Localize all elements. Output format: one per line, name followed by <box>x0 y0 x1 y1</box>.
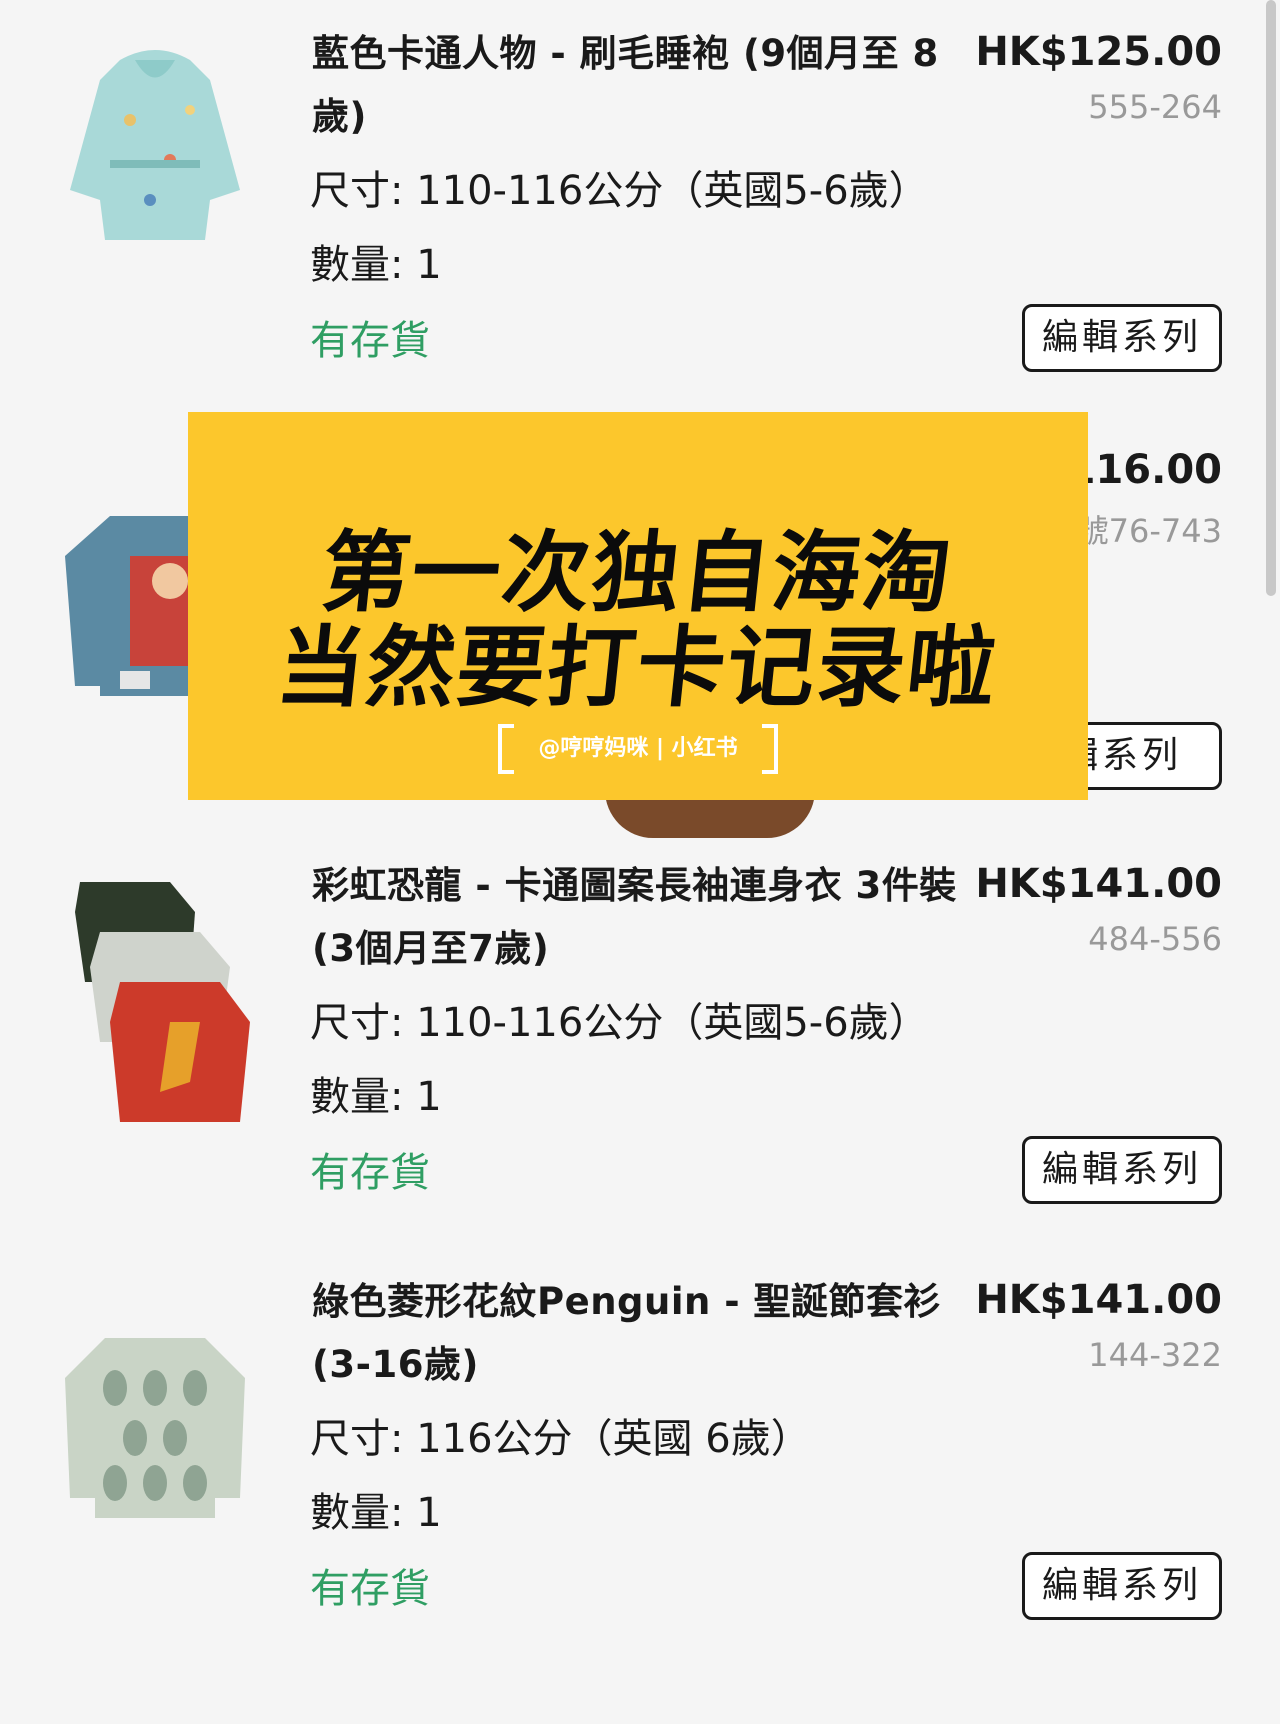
overlay-banner: 第一次独自海淘 当然要打卡记录啦 @哼哼妈咪 | 小红书 <box>188 412 1088 800</box>
cart-item: 藍色卡通人物 - 刷毛睡袍 (9個月至 8歲) HK$125.00 555-26… <box>0 0 1262 418</box>
watermark: @哼哼妈咪 | 小红书 <box>498 724 778 774</box>
product-title[interactable]: 綠色菱形花紋Penguin - 聖誕節套衫 (3-16歲) <box>312 1270 968 1396</box>
stock-status: 有存貨 <box>310 1566 430 1612</box>
edit-item-button[interactable]: 編輯系列 <box>1022 1136 1222 1204</box>
product-price: HK$141.00 <box>975 1277 1222 1323</box>
product-sku: 號76-743 <box>1076 512 1222 550</box>
scrollbar[interactable] <box>1266 0 1276 596</box>
product-sku: 555-264 <box>1088 88 1222 126</box>
product-quantity: 數量: 1 <box>310 1490 442 1536</box>
product-image-dino-tops[interactable] <box>60 872 250 1122</box>
banner-line-2: 当然要打卡记录啦 <box>271 616 1003 719</box>
cart-item: 綠色菱形花紋Penguin - 聖誕節套衫 (3-16歲) HK$141.00 … <box>0 1248 1262 1666</box>
stock-status: 有存貨 <box>310 318 430 364</box>
product-quantity: 數量: 1 <box>310 242 442 288</box>
product-title[interactable]: 藍色卡通人物 - 刷毛睡袍 (9個月至 8歲) <box>312 22 968 148</box>
cart-list: 藍色卡通人物 - 刷毛睡袍 (9個月至 8歲) HK$125.00 555-26… <box>0 0 1280 1724</box>
product-size: 尺寸: 116公分（英國 6歲） <box>310 1416 811 1462</box>
product-quantity: 數量: 1 <box>310 1074 442 1120</box>
stock-status: 有存貨 <box>310 1150 430 1196</box>
edit-item-button[interactable]: 編輯系列 <box>1022 304 1222 372</box>
product-sku: 144-322 <box>1088 1336 1222 1374</box>
watermark-bracket-right <box>762 724 778 774</box>
product-price: 116.00 <box>1067 447 1222 493</box>
product-price: HK$125.00 <box>975 29 1222 75</box>
product-title[interactable]: 彩虹恐龍 - 卡通圖案長袖連身衣 3件裝 (3個月至7歲) <box>312 854 968 980</box>
watermark-bracket-left <box>498 724 514 774</box>
edit-item-button[interactable]: 編輯系列 <box>1022 1552 1222 1620</box>
cart-item: 彩虹恐龍 - 卡通圖案長袖連身衣 3件裝 (3個月至7歲) HK$141.00 … <box>0 832 1262 1250</box>
cart-item-next <box>0 1664 1262 1724</box>
watermark-text: @哼哼妈咪 | 小红书 <box>538 736 738 761</box>
product-size: 尺寸: 110-116公分（英國5-6歲） <box>310 168 929 214</box>
product-image-robe[interactable] <box>60 40 250 260</box>
product-sku: 484-556 <box>1088 920 1222 958</box>
product-image-penguin-sweater[interactable] <box>60 1318 250 1538</box>
product-price: HK$141.00 <box>975 861 1222 907</box>
product-size: 尺寸: 110-116公分（英國5-6歲） <box>310 1000 929 1046</box>
